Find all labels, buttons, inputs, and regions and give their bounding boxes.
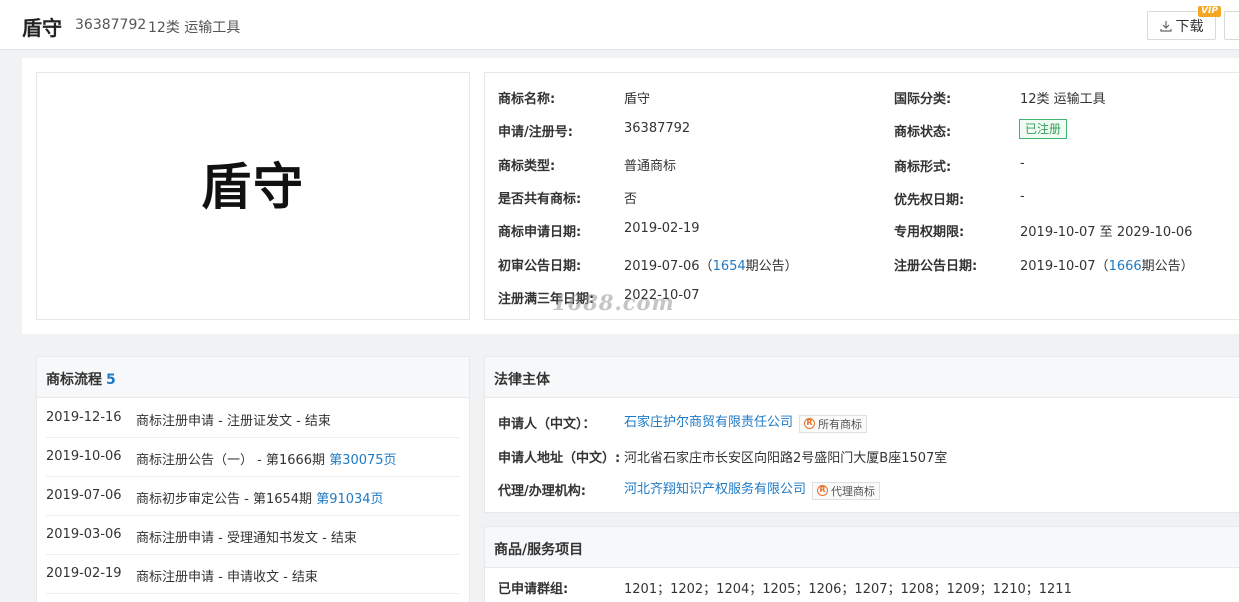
download-label: 下载 xyxy=(1175,18,1204,35)
type-label: 商标类型: xyxy=(498,159,556,174)
flow-date: 2019-12-16 xyxy=(46,410,122,425)
flow-desc-text: 商标注册申请 - 受理通知书发文 - 结束 xyxy=(136,531,357,546)
trademark-info-table xyxy=(484,72,1239,320)
apply-date-label: 商标申请日期: xyxy=(498,225,582,240)
watermark: 1688.com xyxy=(552,290,675,315)
address-value: 河北省石家庄市长安区向阳路2号盛阳门大厦B座1507室 xyxy=(624,451,948,466)
flow-title: 商标流程 5 xyxy=(46,369,116,389)
flow-row: 2019-07-06 商标初步审定公告 - 第1654期 第91034页 xyxy=(46,477,460,516)
reg-no-value: 36387792 xyxy=(624,121,691,136)
flow-page-link[interactable]: 第30075页 xyxy=(329,453,396,468)
agent-label: 代理/办理机构: xyxy=(498,484,586,499)
priority-label: 优先权日期: xyxy=(894,193,965,208)
trademark-image: 盾守 xyxy=(36,72,470,320)
flow-date: 2019-02-19 xyxy=(46,566,122,581)
flow-date: 2019-03-06 xyxy=(46,527,122,542)
group-value: 1201；1202；1204；1205；1206；1207；1208；1209；… xyxy=(624,582,1072,597)
agent-trademarks-tag[interactable]: R 代理商标 xyxy=(812,481,881,500)
prelim-issue-link[interactable]: 1654 xyxy=(713,259,746,274)
flow-desc-text: 商标注册申请 - 申请收文 - 结束 xyxy=(136,570,318,585)
legal-title: 法律主体 xyxy=(494,372,550,388)
group-label: 已申请群组: xyxy=(498,582,569,597)
intl-class-label: 国际分类: xyxy=(894,92,952,107)
flow-desc: 商标初步审定公告 - 第1654期 第91034页 xyxy=(136,488,384,507)
prelim-suffix: 期公告） xyxy=(745,259,798,274)
flow-title-text: 商标流程 xyxy=(46,372,102,388)
regpub-value: 2019-10-07（1666期公告） xyxy=(1020,255,1194,274)
flow-date: 2019-10-06 xyxy=(46,449,122,464)
shared-label: 是否共有商标: xyxy=(498,192,582,207)
flow-count: 5 xyxy=(106,372,116,388)
more-button[interactable] xyxy=(1224,11,1239,40)
intl-class-value: 12类 运输工具 xyxy=(1020,92,1106,107)
applicant-value: 石家庄护尔商贸有限责任公司 R 所有商标 xyxy=(624,411,868,433)
trademark-logo-text: 盾守 xyxy=(201,157,305,216)
applicant-link[interactable]: 石家庄护尔商贸有限责任公司 xyxy=(624,415,793,430)
exclusive-value: 2019-10-07 至 2029-10-06 xyxy=(1020,225,1193,240)
download-icon xyxy=(1159,20,1172,32)
priority-value: - xyxy=(1020,189,1025,204)
agent-trademarks-label: 代理商标 xyxy=(831,484,876,498)
flow-desc-text: 商标初步审定公告 - 第1654期 xyxy=(136,492,317,507)
flow-desc: 商标注册申请 - 受理通知书发文 - 结束 xyxy=(136,527,357,546)
goods-title: 商品/服务项目 xyxy=(494,542,584,558)
flow-desc: 商标注册公告（一） - 第1666期 第30075页 xyxy=(136,449,397,468)
agent-link[interactable]: 河北齐翔知识产权服务有限公司 xyxy=(624,482,806,497)
flow-date: 2019-07-06 xyxy=(46,488,122,503)
all-trademarks-tag[interactable]: R 所有商标 xyxy=(799,414,868,433)
name-label: 商标名称: xyxy=(498,92,556,107)
name-value: 盾守 xyxy=(624,92,651,107)
flow-card: 商标流程 5 2019-12-16 商标注册申请 - 注册证发文 - 结束 201… xyxy=(36,356,470,602)
prelim-value: 2019-07-06（1654期公告） xyxy=(624,255,798,274)
prelim-date: 2019-07-06（ xyxy=(624,259,713,274)
page-title: 盾守 xyxy=(22,16,62,40)
reg-no-label: 申请/注册号: xyxy=(498,125,573,140)
legal-card-header: 法律主体 xyxy=(485,357,1239,398)
flow-card-header: 商标流程 5 xyxy=(37,357,469,398)
header-class: 12类 运输工具 xyxy=(148,20,241,36)
vip-badge: VIP xyxy=(1198,6,1221,17)
exclusive-label: 专用权期限: xyxy=(894,225,965,240)
form-label: 商标形式: xyxy=(894,160,952,175)
status-badge: 已注册 xyxy=(1019,119,1068,139)
header-bar: 盾守 36387792 12类 运输工具 下载 VIP xyxy=(0,0,1239,50)
flow-desc: 商标注册申请 - 注册证发文 - 结束 xyxy=(136,410,331,429)
regpub-label: 注册公告日期: xyxy=(894,259,978,274)
registered-icon: R xyxy=(804,418,816,429)
registered-icon: R xyxy=(817,485,829,496)
flow-row: 2019-03-06 商标注册申请 - 受理通知书发文 - 结束 xyxy=(46,516,460,555)
status-label: 商标状态: xyxy=(894,125,952,140)
regpub-suffix: 期公告） xyxy=(1141,259,1194,274)
flow-row: 2019-12-16 商标注册申请 - 注册证发文 - 结束 xyxy=(46,399,460,438)
form-value: - xyxy=(1020,156,1025,171)
applicant-label: 申请人（中文）： xyxy=(498,417,596,432)
flow-page-link[interactable]: 第91034页 xyxy=(316,492,383,507)
regpub-issue-link[interactable]: 1666 xyxy=(1109,259,1142,274)
goods-card-header: 商品/服务项目 xyxy=(485,527,1239,568)
address-label: 申请人地址（中文）: xyxy=(498,451,621,466)
flow-desc: 商标注册申请 - 申请收文 - 结束 xyxy=(136,566,318,585)
agent-value: 河北齐翔知识产权服务有限公司 R 代理商标 xyxy=(624,478,881,500)
header-reg-no: 36387792 xyxy=(75,17,147,33)
apply-date-value: 2019-02-19 xyxy=(624,221,700,236)
all-trademarks-label: 所有商标 xyxy=(818,417,863,431)
prelim-label: 初审公告日期: xyxy=(498,259,582,274)
shared-value: 否 xyxy=(624,192,638,207)
flow-row: 2019-02-19 商标注册申请 - 申请收文 - 结束 xyxy=(46,555,460,594)
flow-desc-text: 商标注册申请 - 注册证发文 - 结束 xyxy=(136,414,331,429)
type-value: 普通商标 xyxy=(624,159,677,174)
flow-row: 2019-10-06 商标注册公告（一） - 第1666期 第30075页 xyxy=(46,438,460,477)
flow-desc-text: 商标注册公告（一） - 第1666期 xyxy=(136,453,330,468)
regpub-date: 2019-10-07（ xyxy=(1020,259,1109,274)
